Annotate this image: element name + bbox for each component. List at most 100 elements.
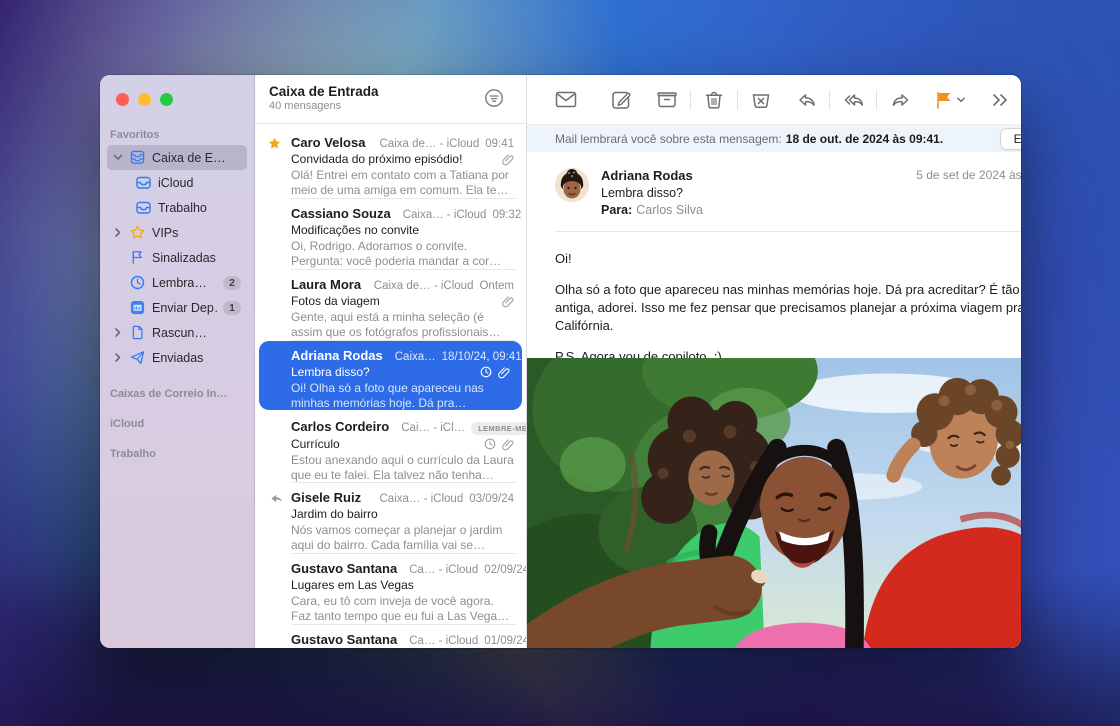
preview: Estou anexando aqui o currículo da Laura… [291,453,514,483]
chevron-down-icon[interactable] [113,153,123,162]
sidebar-item-sinalizadas[interactable]: Sinalizadas [107,245,247,270]
sidebar-item-label: Rascun… [152,326,241,340]
mailbox-label: Caixa de… - iCloud [374,280,474,292]
sidebar-item-lembretes[interactable]: Lembra… 2 [107,270,247,295]
clock-icon [129,275,146,290]
selfie-photo-illustration [527,358,1021,648]
mailbox-label: Ca… - iCloud [409,564,478,576]
smart-mailboxes-header[interactable]: Caixas de Correio In… [100,370,254,400]
reminder-text: Mail lembrará você sobre esta mensagem: [555,132,782,146]
attachment-photo[interactable] [527,358,1021,648]
chevron-down-icon[interactable] [956,96,970,104]
reply-icon[interactable] [784,86,829,114]
paperclip-icon[interactable] [916,188,1021,202]
to-line: Para:Carlos Silva [601,203,916,217]
sidebar-item-label: Trabalho [158,201,241,215]
trash-icon[interactable] [691,86,737,114]
sidebar-item-enviadas[interactable]: Enviadas [107,345,247,370]
sidebar-item-trabalho-inbox[interactable]: Trabalho [107,195,247,220]
message-rows: Caro VelosaCaixa de… - iCloud09:41 Convi… [255,124,526,648]
sidebar-item-icloud-inbox[interactable]: iCloud [107,170,247,195]
message-row[interactable]: Gustavo SantanaCa… - iCloud02/09/24 Luga… [255,554,526,625]
sidebar-item-label: iCloud [158,176,241,190]
archive-icon[interactable] [644,86,690,114]
more-chevrons-icon[interactable] [980,86,1020,114]
sidebar-item-enviar-depois[interactable]: Enviar Dep… 1 [107,295,247,320]
subject: Convidada do próximo episódio! [291,152,502,166]
body-paragraph: Oi! [555,250,1021,268]
mail-window: Favoritos Caixa de E… iCloud Trabalho VI… [100,75,1021,648]
paperplane-icon [129,350,146,365]
zoom-window-button[interactable] [160,93,173,106]
message-row[interactable]: Carlos CordeiroCai… - iCl…LEMBRE-ME Curr… [255,412,526,483]
remind-me-badge: LEMBRE-ME [471,422,526,435]
sender: Carlos Cordeiro [291,419,389,434]
message-row[interactable]: Caro VelosaCaixa de… - iCloud09:41 Convi… [255,128,526,199]
avatar[interactable] [555,168,589,202]
reply-all-icon[interactable] [830,86,876,114]
toolbar [527,75,1021,125]
chevron-right-icon[interactable] [113,353,123,362]
message-row-selected[interactable]: Adriana RodasCaixa…18/10/24, 09:41 Lembr… [259,341,522,410]
preview: Oi, Rodrigo. Adoramos o convite. Pergunt… [291,239,514,269]
time: 03/09/24 [469,493,514,505]
replied-arrow-icon [268,492,282,510]
icloud-section-header[interactable]: iCloud [100,400,254,430]
reminder-banner: Mail lembrará você sobre esta mensagem: … [527,125,1021,152]
preview: Cara, eu tô com inveja de você agora. Fa… [291,594,514,624]
sender: Gisele Ruiz [291,490,361,505]
compose-icon[interactable] [599,86,644,114]
time: 18/10/24, 09:41 [442,351,522,363]
forward-icon[interactable] [877,86,922,114]
to-recipient[interactable]: Carlos Silva [636,203,703,217]
sender: Gustavo Santana [291,561,397,576]
mailbox-label: Cai… - iCl… [401,422,465,434]
message-body: Oi! Olha só a foto que apareceu nas minh… [527,232,1021,358]
chevron-right-icon[interactable] [113,328,123,337]
message-count: 40 mensagens [269,100,512,112]
message-row[interactable]: Laura MoraCaixa de… - iCloudOntem Fotos … [255,270,526,341]
message-row[interactable]: Gisele RuizCaixa… - iCloud03/09/24 Jardi… [255,483,526,554]
sidebar-item-vips[interactable]: VIPs [107,220,247,245]
chevron-right-icon[interactable] [113,228,123,237]
body-paragraph: Olha só a foto que apareceu nas minhas m… [555,281,1021,335]
message-row[interactable]: Gustavo SantanaCa… - iCloud01/09/24 [255,625,526,648]
trabalho-section-header[interactable]: Trabalho [100,430,254,460]
flag-icon[interactable] [922,86,956,114]
message-content-pane: Mail lembrará você sobre esta mensagem: … [527,75,1021,648]
sidebar-item-inbox[interactable]: Caixa de E… [107,145,247,170]
filter-icon[interactable] [484,88,504,113]
minimize-window-button[interactable] [138,93,151,106]
flag-icon [129,250,146,265]
sender: Cassiano Souza [291,206,391,221]
time: 09:41 [485,138,514,150]
count-badge: 1 [223,301,241,315]
sidebar-item-label: Lembra… [152,276,217,290]
junk-icon[interactable] [738,86,784,114]
preview: Nós vamos começar a planejar o jardim aq… [291,523,514,553]
list-header: Caixa de Entrada 40 mensagens [255,75,526,124]
header-meta: 5 de set de 2024 às 19:42 [916,168,1021,232]
inbox-stack-icon [129,150,146,165]
get-mail-icon[interactable] [543,86,589,114]
message-date: 5 de set de 2024 às 19:42 [916,168,1021,182]
subject: Fotos da viagem [291,294,502,308]
unread-badge: 2 [223,276,241,290]
sidebar-item-rascunhos[interactable]: Rascun… [107,320,247,345]
mailbox-title: Caixa de Entrada [269,84,512,99]
preview: Oi! Olha só a foto que apareceu nas minh… [291,381,510,411]
subject: Lugares em Las Vegas [291,578,514,592]
time: 01/09/24 [484,635,526,647]
mailbox-label: Caixa… - iCloud [380,493,464,505]
mailbox-label: Caixa… - iCloud [403,209,487,221]
close-window-button[interactable] [116,93,129,106]
sender: Gustavo Santana [291,632,397,647]
search-icon[interactable] [1020,86,1021,114]
sidebar: Favoritos Caixa de E… iCloud Trabalho VI… [100,75,255,648]
message-row[interactable]: Cassiano SouzaCaixa… - iCloud09:32 Modif… [255,199,526,270]
send-later-icon [129,300,146,315]
reminder-clock-icon [484,438,496,450]
sidebar-item-label: Enviar Dep… [152,301,217,315]
edit-reminder-button[interactable]: Editar [1000,128,1021,150]
reminder-date: 18 de out. de 2024 às 09:41. [786,132,943,146]
